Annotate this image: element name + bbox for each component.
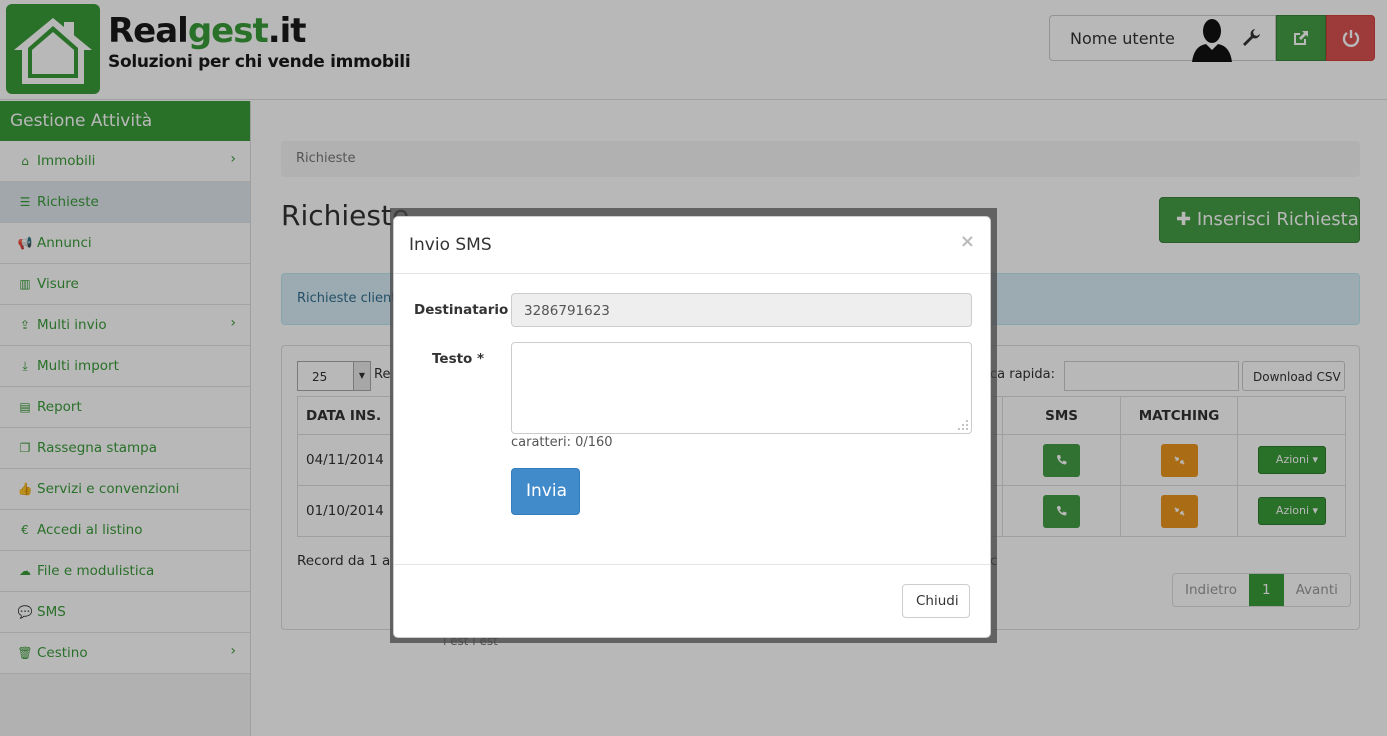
recipient-label: Destinatario [414,302,509,318]
close-icon[interactable]: × [960,231,975,252]
sms-modal: Invio SMS × Destinatario 3286791623 Test… [393,216,991,638]
message-textarea[interactable] [511,342,972,434]
modal-title: Invio SMS [409,235,492,255]
recipient-field: 3286791623 [511,293,972,327]
text-label: Testo * [432,351,485,367]
send-button[interactable]: Invia [511,468,580,515]
resize-grip-icon[interactable] [958,420,968,430]
character-counter: caratteri: 0/160 [511,435,613,450]
modal-footer: Chiudi [394,564,990,638]
modal-header: Invio SMS × [394,217,990,274]
close-button[interactable]: Chiudi [902,584,970,618]
